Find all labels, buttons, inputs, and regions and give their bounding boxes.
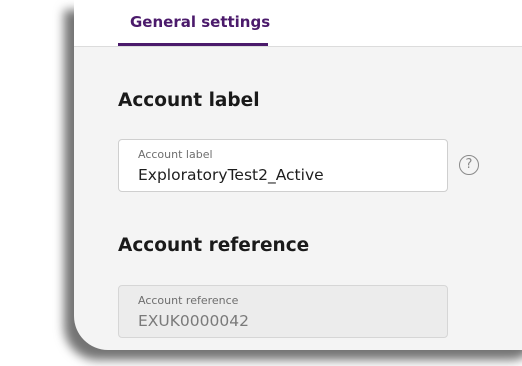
tab-bar: General settings xyxy=(74,0,522,47)
account-reference-value: EXUK0000042 xyxy=(138,312,249,330)
account-reference-heading: Account reference xyxy=(118,235,310,256)
screenshot-stage: General settings Account label Account l… xyxy=(0,0,522,366)
account-label-value[interactable]: ExploratoryTest2_Active xyxy=(138,166,324,184)
account-reference-field-label: Account reference xyxy=(138,294,239,307)
tab-general-settings[interactable]: General settings xyxy=(118,0,271,46)
account-label-field-label: Account label xyxy=(138,148,213,161)
account-reference-field: Account reference EXUK0000042 xyxy=(118,285,448,338)
tab-general-settings-label: General settings xyxy=(130,13,271,31)
account-label-field[interactable]: Account label ExploratoryTest2_Active xyxy=(118,139,448,192)
account-label-heading: Account label xyxy=(118,90,260,111)
question-circle-icon[interactable]: ? xyxy=(459,155,479,175)
settings-panel: General settings Account label Account l… xyxy=(74,0,522,350)
